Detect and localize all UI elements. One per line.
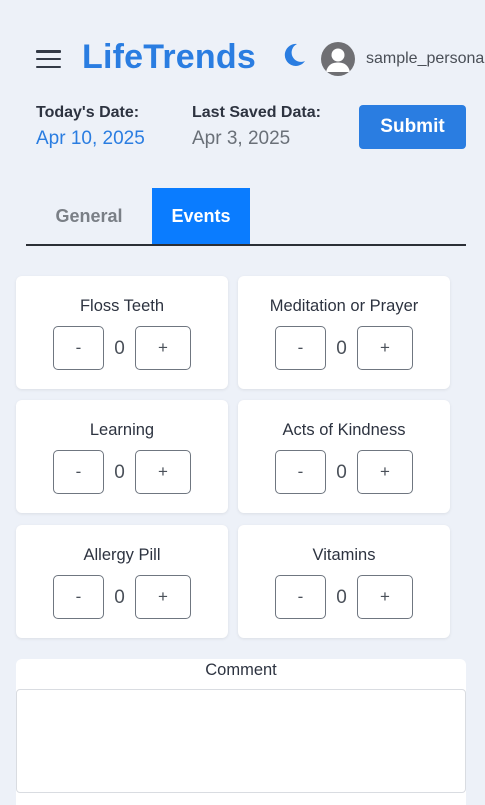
event-title: Allergy Pill <box>83 546 161 564</box>
event-title: Meditation or Prayer <box>269 297 419 315</box>
submit-button[interactable]: Submit <box>359 105 466 149</box>
event-title: Floss Teeth <box>79 297 165 315</box>
event-count: 0 <box>114 587 125 608</box>
last-saved-value: Apr 3, 2025 <box>192 128 291 149</box>
event-card-acts-of-kindness: Acts of Kindness - 0 + <box>238 400 450 513</box>
decrement-button[interactable]: - <box>275 450 326 494</box>
event-count: 0 <box>336 587 347 608</box>
event-count: 0 <box>114 462 125 483</box>
event-count: 0 <box>114 338 125 359</box>
username[interactable]: sample_persona <box>366 50 485 68</box>
event-count: 0 <box>336 462 347 483</box>
menu-icon-bar <box>36 50 61 53</box>
decrement-button[interactable]: - <box>53 450 104 494</box>
event-title: Learning <box>89 421 155 439</box>
decrement-button[interactable]: - <box>275 575 326 619</box>
event-card-vitamins: Vitamins - 0 + <box>238 525 450 638</box>
app-header: LifeTrends sample_persona <box>0 0 485 100</box>
increment-button[interactable]: + <box>357 575 413 619</box>
event-title: Vitamins <box>312 546 376 564</box>
event-card-allergy-pill: Allergy Pill - 0 + <box>16 525 228 638</box>
event-card-meditation-or-prayer: Meditation or Prayer - 0 + <box>238 276 450 389</box>
event-count: 0 <box>336 338 347 359</box>
app-title[interactable]: LifeTrends <box>82 38 256 77</box>
decrement-button[interactable]: - <box>275 326 326 370</box>
event-card-floss-teeth: Floss Teeth - 0 + <box>16 276 228 389</box>
today-date-value: Apr 10, 2025 <box>36 128 145 149</box>
moon-icon[interactable] <box>281 42 307 68</box>
decrement-button[interactable]: - <box>53 326 104 370</box>
increment-button[interactable]: + <box>357 450 413 494</box>
increment-button[interactable]: + <box>357 326 413 370</box>
increment-button[interactable]: + <box>135 326 191 370</box>
comment-input[interactable] <box>16 689 466 793</box>
menu-icon[interactable] <box>36 50 61 68</box>
tab-general[interactable]: General <box>26 188 152 244</box>
event-card-learning: Learning - 0 + <box>16 400 228 513</box>
tab-bar: General Events <box>26 188 466 246</box>
increment-button[interactable]: + <box>135 450 191 494</box>
tab-events[interactable]: Events <box>152 188 250 244</box>
today-date-block: Today's Date: Apr 10, 2025 <box>36 104 145 150</box>
last-saved-label: Last Saved Data: <box>192 104 321 121</box>
today-date-label: Today's Date: <box>36 104 140 121</box>
user-avatar-icon[interactable] <box>321 42 355 76</box>
menu-icon-bar <box>36 57 61 61</box>
increment-button[interactable]: + <box>135 575 191 619</box>
comment-label: Comment <box>205 661 277 679</box>
decrement-button[interactable]: - <box>53 575 104 619</box>
comment-section: Comment <box>16 659 466 805</box>
last-saved-block: Last Saved Data: Apr 3, 2025 <box>192 104 321 150</box>
menu-icon-bar <box>36 65 61 68</box>
event-title: Acts of Kindness <box>282 421 406 439</box>
